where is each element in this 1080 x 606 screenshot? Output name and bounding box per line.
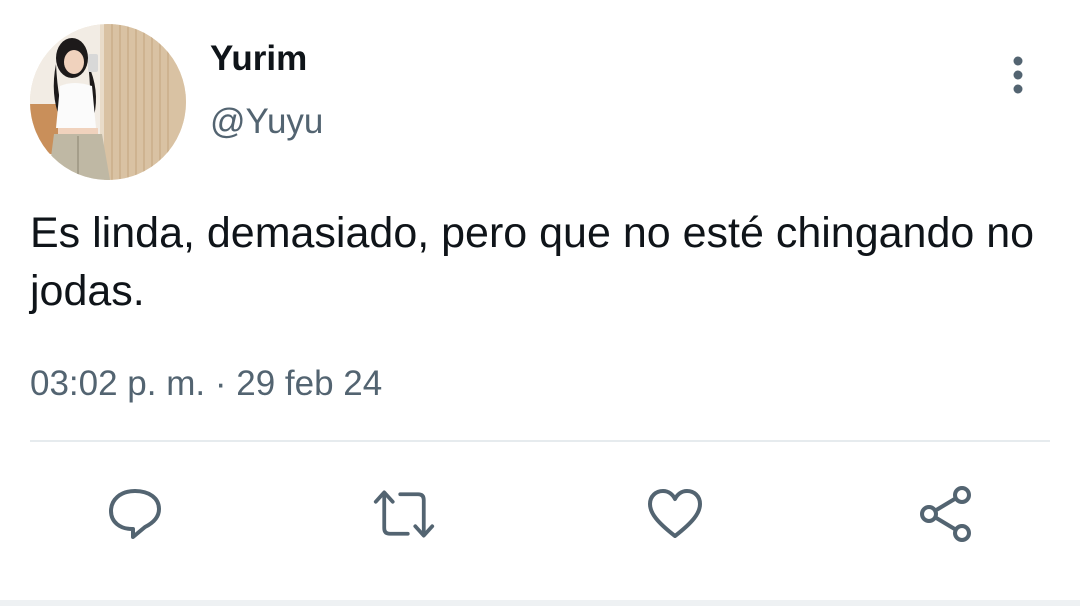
heart-icon (648, 489, 702, 538)
tweet-card: Yurim @Yuyu Es linda, demasiado, pero qu… (0, 0, 1080, 606)
share-icon (920, 486, 971, 542)
bottom-separator (0, 600, 1080, 606)
tweet-time[interactable]: 03:02 p. m. (30, 364, 205, 403)
avatar-photo (30, 24, 186, 180)
avatar[interactable] (30, 24, 186, 180)
more-vertical-icon (1013, 56, 1023, 94)
reply-icon (109, 489, 161, 539)
retweet-button[interactable] (372, 482, 436, 546)
reply-button[interactable] (103, 482, 167, 546)
more-options-button[interactable] (998, 52, 1038, 98)
share-button[interactable] (914, 482, 978, 546)
retweet-icon (373, 490, 435, 538)
timestamp-separator: · (214, 364, 227, 403)
user-handle[interactable]: @Yuyu (210, 101, 323, 143)
tweet-date[interactable]: 29 feb 24 (236, 364, 382, 403)
like-button[interactable] (643, 482, 707, 546)
divider (30, 440, 1050, 442)
display-name[interactable]: Yurim (210, 38, 307, 80)
tweet-text: Es linda, demasiado, pero que no esté ch… (30, 209, 1035, 315)
tweet-timestamp: 03:02 p. m. · 29 feb 24 (30, 362, 382, 406)
